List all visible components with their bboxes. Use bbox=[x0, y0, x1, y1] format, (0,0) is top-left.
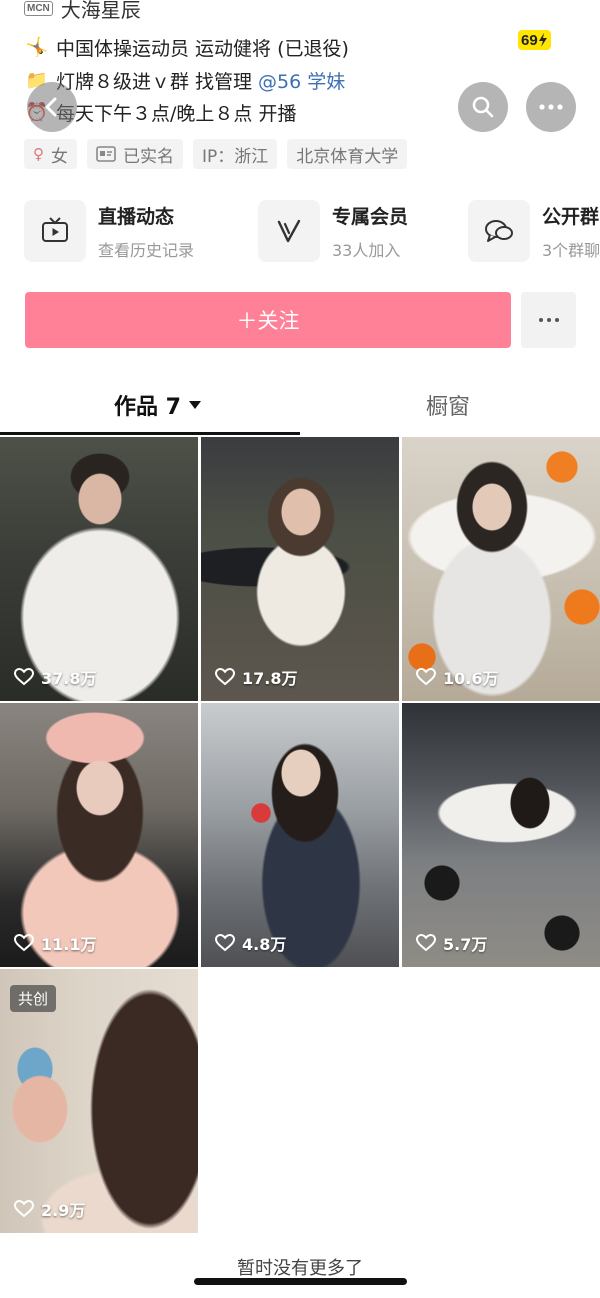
service-subtitle: 3个群聊 bbox=[542, 241, 600, 260]
like-count: 11.1万 bbox=[14, 931, 96, 955]
video-thumbnail[interactable]: 10.6万 bbox=[402, 437, 600, 701]
like-count-value: 2.9万 bbox=[41, 1201, 86, 1220]
video-thumbnail[interactable]: 5.7万 bbox=[402, 703, 600, 967]
profile-tags: ♀ 女 已实名 IP：浙江 北京体育大学 bbox=[24, 139, 408, 169]
bio-text: 每天下午３点/晚上８点 开播 bbox=[56, 103, 297, 125]
mention-link[interactable]: @56 学妹 bbox=[258, 67, 345, 94]
service-public-group[interactable]: 公开群 3个群聊 bbox=[468, 200, 600, 262]
like-count: 2.9万 bbox=[14, 1197, 85, 1221]
like-count: 10.6万 bbox=[416, 665, 498, 689]
verified-tag: 已实名 bbox=[87, 139, 183, 169]
like-count-value: 17.8万 bbox=[242, 669, 298, 688]
thumbnail-image bbox=[201, 703, 399, 967]
heart-icon bbox=[416, 934, 436, 952]
search-icon bbox=[472, 96, 494, 118]
ip-tag: IP：浙江 bbox=[193, 139, 278, 169]
like-count-value: 11.1万 bbox=[41, 935, 97, 954]
service-title: 公开群 bbox=[542, 206, 600, 228]
service-membership[interactable]: 专属会员 33人加入 bbox=[258, 200, 408, 262]
verified-label: 已实名 bbox=[123, 146, 174, 167]
search-button[interactable] bbox=[458, 82, 508, 132]
home-indicator[interactable] bbox=[194, 1278, 407, 1285]
thumbnail-image bbox=[402, 703, 600, 967]
dot bbox=[546, 318, 551, 322]
follow-button[interactable]: ＋关注 bbox=[25, 292, 511, 348]
video-thumbnail[interactable]: 17.8万 bbox=[201, 437, 399, 701]
like-count-value: 4.8万 bbox=[242, 935, 287, 954]
mcn-name[interactable]: 大海星辰 bbox=[61, 0, 141, 23]
bio-line-2: 📁 灯牌８级进ｖ群 找管理 @56 学妹 bbox=[24, 67, 345, 94]
gymnast-icon: 🤸 bbox=[25, 37, 49, 58]
tab-works[interactable]: 作品 7 bbox=[114, 389, 201, 421]
thumbnail-image bbox=[0, 703, 198, 967]
school-label: 北京体育大学 bbox=[296, 146, 399, 167]
ip-label: IP：浙江 bbox=[202, 146, 269, 167]
bio-text: 灯牌８级进ｖ群 找管理 bbox=[56, 71, 253, 93]
gender-label: 女 bbox=[51, 146, 68, 167]
like-count-value: 10.6万 bbox=[443, 669, 499, 688]
service-subtitle: 33人加入 bbox=[332, 241, 401, 260]
like-count: 4.8万 bbox=[215, 931, 286, 955]
heart-icon bbox=[215, 668, 235, 686]
tab-works-label: 作品 7 bbox=[114, 395, 181, 420]
like-count: 17.8万 bbox=[215, 665, 297, 689]
female-icon: ♀ bbox=[33, 145, 44, 163]
ellipsis-icon bbox=[539, 104, 563, 110]
like-count: 37.8万 bbox=[14, 665, 96, 689]
co-create-tag: 共创 bbox=[10, 985, 57, 1012]
video-thumbnail[interactable]: 11.1万 bbox=[0, 703, 198, 967]
no-more-text: 暂时没有更多了 bbox=[237, 1258, 363, 1279]
gender-tag: ♀ 女 bbox=[24, 139, 77, 169]
dot bbox=[538, 318, 543, 322]
tv-icon bbox=[24, 200, 86, 262]
chat-bubbles-icon bbox=[468, 200, 530, 262]
heart-icon bbox=[14, 934, 34, 952]
chevron-left-icon bbox=[45, 97, 57, 117]
thumbnail-image bbox=[0, 437, 198, 701]
like-count: 5.7万 bbox=[416, 931, 487, 955]
heart-icon bbox=[14, 1200, 34, 1218]
more-actions-button[interactable] bbox=[521, 292, 576, 348]
bio-text: 中国体操运动员 运动健将 (已退役) bbox=[56, 38, 349, 60]
services-row: 直播动态 查看历史记录 专属会员 33人加入 公开群 3个群聊 bbox=[24, 200, 600, 262]
video-thumbnail[interactable]: 4.8万 bbox=[201, 703, 399, 967]
lightning-icon bbox=[538, 33, 547, 47]
like-count-value: 5.7万 bbox=[443, 935, 488, 954]
active-tab-indicator bbox=[0, 432, 300, 435]
back-button[interactable] bbox=[27, 82, 77, 132]
school-tag[interactable]: 北京体育大学 bbox=[287, 139, 408, 169]
service-live-history[interactable]: 直播动态 查看历史记录 bbox=[24, 200, 194, 262]
tab-window[interactable]: 橱窗 bbox=[426, 389, 470, 421]
thumbnail-image bbox=[201, 437, 399, 701]
service-subtitle: 查看历史记录 bbox=[98, 241, 195, 260]
level-badge: 69 bbox=[518, 30, 551, 50]
service-title: 直播动态 bbox=[98, 206, 175, 228]
heart-icon bbox=[416, 668, 436, 686]
vip-v-icon bbox=[258, 200, 320, 262]
follow-label: ＋关注 bbox=[236, 309, 300, 333]
video-thumbnail[interactable]: 37.8万 bbox=[0, 437, 198, 701]
id-card-icon bbox=[96, 146, 116, 162]
service-title: 专属会员 bbox=[332, 206, 409, 228]
mcn-row: MCN 大海星辰 bbox=[24, 0, 141, 23]
like-count-value: 37.8万 bbox=[41, 669, 97, 688]
thumbnail-image bbox=[402, 437, 600, 701]
heart-icon bbox=[215, 934, 235, 952]
level-value: 69 bbox=[521, 31, 538, 49]
caret-down-icon bbox=[188, 401, 201, 409]
heart-icon bbox=[14, 668, 34, 686]
video-thumbnail[interactable]: 共创 2.9万 bbox=[0, 969, 198, 1233]
dot bbox=[554, 318, 559, 322]
more-options-button[interactable] bbox=[526, 82, 576, 132]
bio-line-1: 🤸 中国体操运动员 运动健将 (已退役) bbox=[24, 34, 349, 61]
mcn-badge: MCN bbox=[24, 1, 53, 16]
